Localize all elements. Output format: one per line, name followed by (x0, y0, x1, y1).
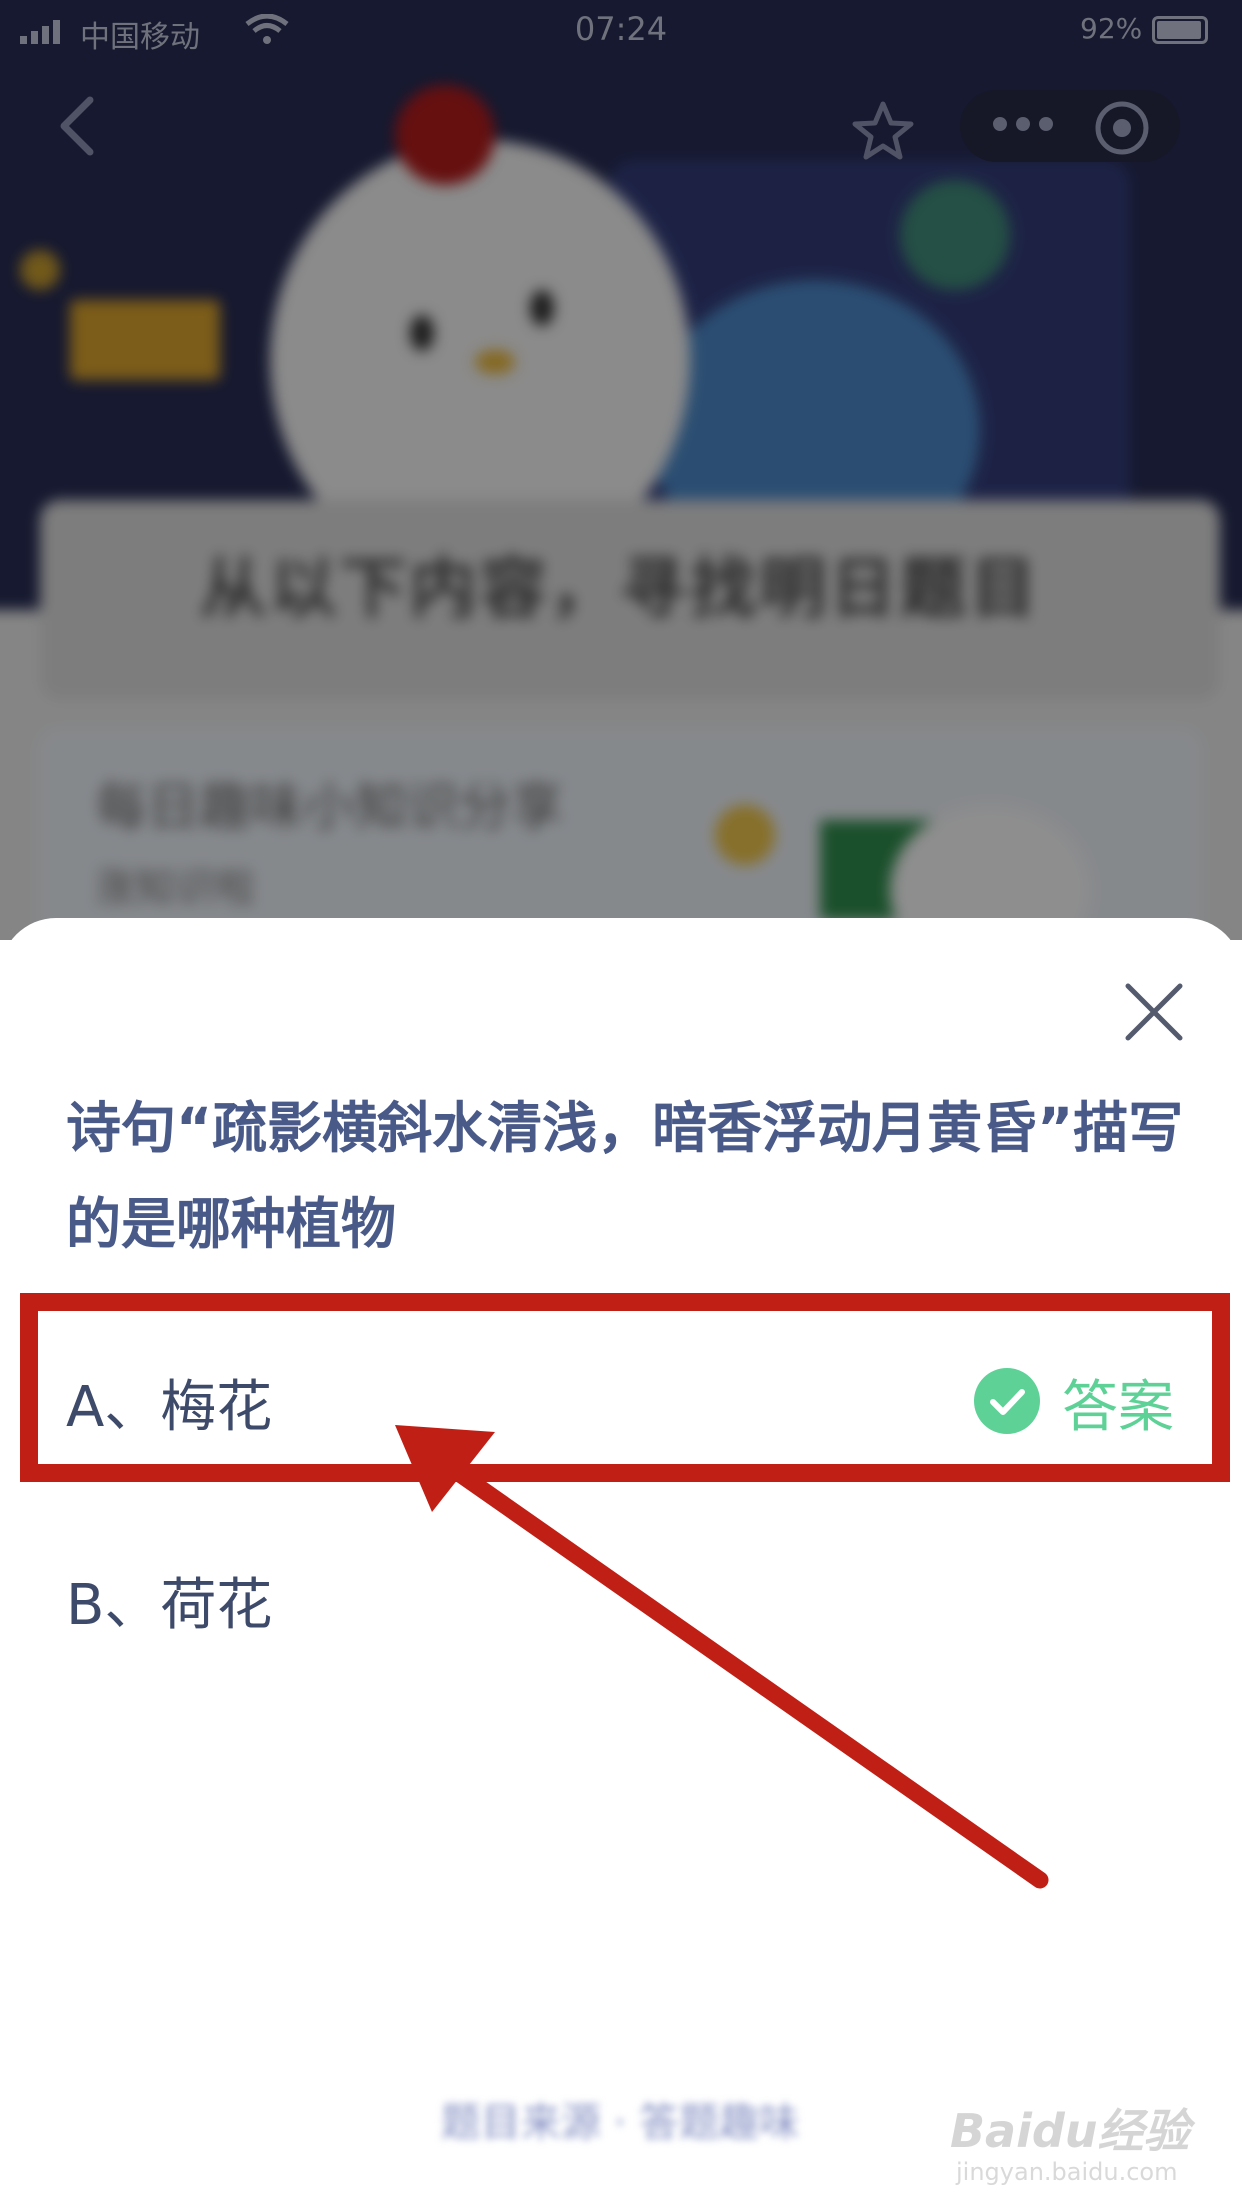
modal-backdrop[interactable] (0, 0, 1242, 940)
close-icon[interactable] (1118, 976, 1190, 1048)
option-b[interactable]: B、荷花 (66, 1560, 272, 1641)
background-page: 从以下内容，寻找明日题目 每日趣味小知识分享 涨知识啦 中国移动 07:24 9… (0, 0, 1242, 940)
footer-button[interactable]: 题目来源 · 答题趣味 (420, 2090, 820, 2150)
question-text: 诗句“疏影横斜水清浅，暗香浮动月黄昏”描写的是哪种植物 (66, 1096, 1184, 1256)
annotation-highlight-box (20, 1293, 1230, 1482)
watermark-url: jingyan.baidu.com (956, 2158, 1178, 2186)
watermark-logo: Baidu经验 (950, 2104, 1190, 2158)
